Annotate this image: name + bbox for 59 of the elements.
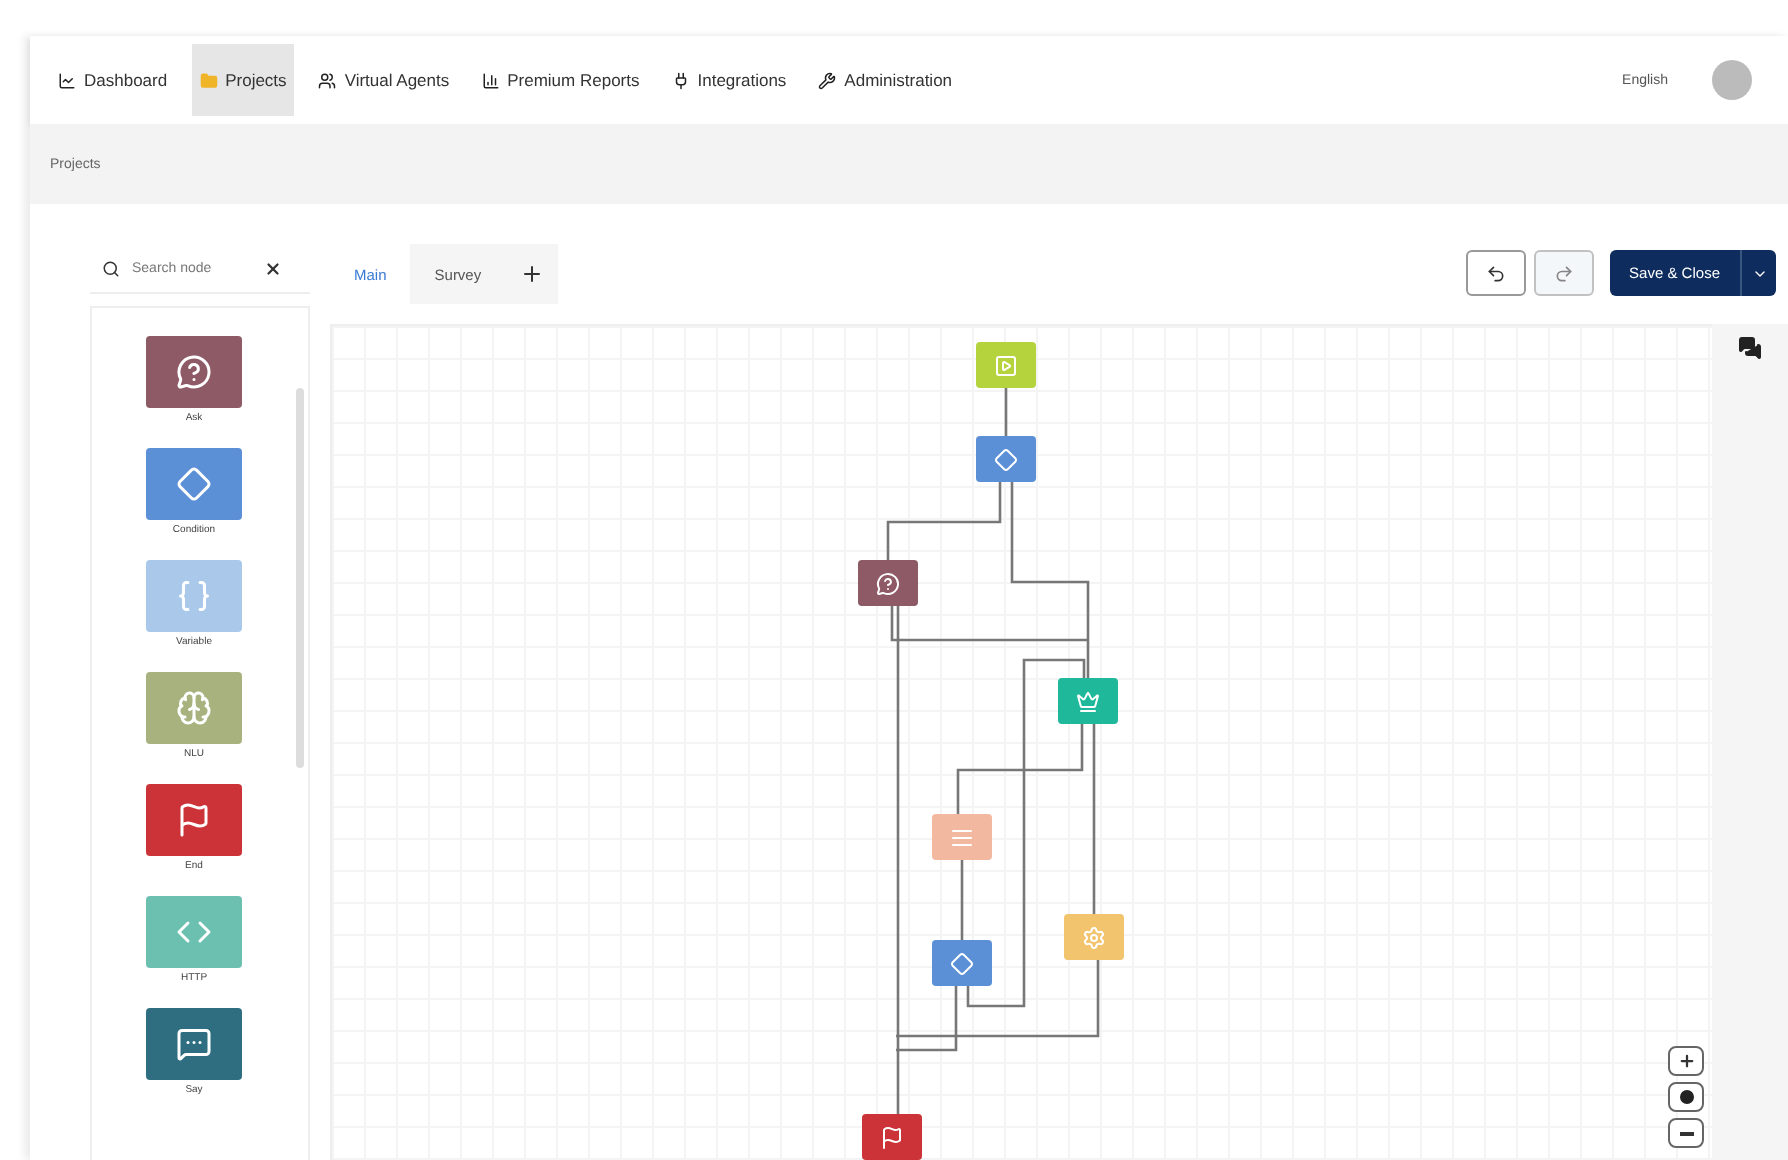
chat-icon[interactable] [1738,336,1762,360]
undo-icon [1485,263,1506,283]
speech-bubble-question-icon [176,354,212,390]
flow-node[interactable] [932,814,992,860]
node-tile[interactable] [146,448,242,520]
dropdown-button[interactable] [1740,250,1776,296]
flag-icon [176,802,212,838]
wrench-icon [818,71,837,89]
node-tile[interactable] [146,896,242,968]
node-tile[interactable] [146,1008,242,1080]
nav-item[interactable]: Virtual Agents [310,44,458,116]
nav-item[interactable]: Dashboard [50,44,176,116]
braces-icon [176,578,212,614]
flow-node[interactable] [932,940,992,986]
node-tile[interactable] [146,784,242,856]
flow-node[interactable] [976,342,1036,388]
crown-icon [1076,689,1100,713]
zoom-out-button[interactable] [1668,1118,1704,1148]
scrollbar[interactable] [296,388,304,768]
flow-node[interactable] [858,560,918,606]
undo-button[interactable] [1465,250,1526,296]
minus-icon [1679,1131,1693,1135]
connector-line [1004,388,1008,436]
node-tile[interactable] [146,672,242,744]
plus-icon [1677,1052,1695,1070]
redo-icon [1553,263,1574,283]
nav-item[interactable]: Projects [191,44,295,116]
zoom-reset-button[interactable] [1668,1082,1704,1112]
speech-bubble-icon [176,1026,212,1062]
close-icon[interactable] [264,259,282,277]
folder-icon [199,71,218,89]
flag-icon [880,1125,904,1149]
connector-line [886,482,1002,560]
diamond-icon [994,447,1018,471]
line-chart-icon [58,71,76,89]
node-tile[interactable] [146,336,242,408]
gear-icon [1082,925,1106,949]
dot-icon [1679,1090,1693,1104]
flow-node[interactable] [862,1114,922,1160]
diamond-icon [950,951,974,975]
flow-node[interactable] [1064,914,1124,960]
users-icon [318,71,337,89]
speech-bubble-question-icon [876,571,900,595]
nav-item[interactable]: Administration [810,44,961,116]
nav-item[interactable]: Premium Reports [473,44,648,116]
zoom-in-button[interactable] [1668,1046,1704,1076]
brain-icon [176,690,212,726]
plug-icon [671,71,690,89]
flow-node[interactable] [976,436,1036,482]
lines-icon [950,825,974,849]
node-tile[interactable] [146,560,242,632]
play-icon [994,353,1018,377]
bar-chart-icon [481,71,500,89]
diamond-icon [176,466,212,502]
search-icon [102,259,120,277]
plus-icon [519,262,544,286]
flow-node[interactable] [1058,678,1118,724]
avatar[interactable] [1712,60,1752,100]
nav-item[interactable]: Integrations [663,44,795,116]
